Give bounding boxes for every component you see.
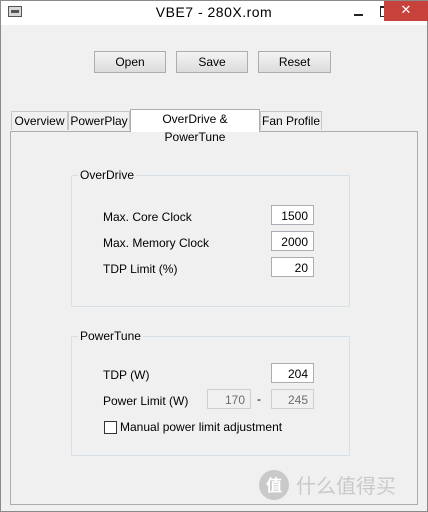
tdp-limit-input[interactable] [271,257,314,277]
svg-text:什么值得买: 什么值得买 [296,474,396,498]
save-button[interactable]: Save [176,51,248,73]
tab-panel-overdrive-powertune: OverDrive Max. Core Clock Max. Memory Cl… [10,131,418,505]
core-clock-input[interactable] [271,205,314,225]
power-limit-separator: - [257,392,261,406]
close-button[interactable]: ✕ [384,1,428,21]
close-icon: ✕ [400,3,412,18]
power-limit-label: Power Limit (W) [103,394,189,408]
svg-text:值: 值 [266,476,282,495]
tab-powerplay[interactable]: PowerPlay [68,111,130,130]
open-button[interactable]: Open [94,51,166,73]
watermark-logo: 值 什么值得买 [258,465,418,505]
powertune-group-title: PowerTune [78,329,143,343]
core-clock-label: Max. Core Clock [103,210,192,224]
tdp-input[interactable] [271,363,314,383]
app-window: VBE7 - 280X.rom ✕ Open Save Reset Overvi… [0,0,428,512]
minimize-button[interactable] [345,1,372,21]
tab-overdrive-powertune[interactable]: OverDrive & PowerTune [130,109,260,144]
tab-fan-profile[interactable]: Fan Profile [260,111,322,130]
power-limit-min-input [207,389,251,409]
title-bar[interactable]: VBE7 - 280X.rom ✕ [1,1,428,25]
power-limit-max-input [271,389,314,409]
tab-overview[interactable]: Overview [11,111,68,130]
memory-clock-input[interactable] [271,231,314,251]
memory-clock-label: Max. Memory Clock [103,236,210,250]
manual-power-limit-label[interactable]: Manual power limit adjustment [120,420,282,434]
tdp-label: TDP (W) [103,368,150,382]
overdrive-group-title: OverDrive [78,168,137,182]
manual-power-limit-checkbox[interactable] [104,421,117,434]
tdp-limit-label: TDP Limit (%) [103,262,178,276]
reset-button[interactable]: Reset [258,51,331,73]
